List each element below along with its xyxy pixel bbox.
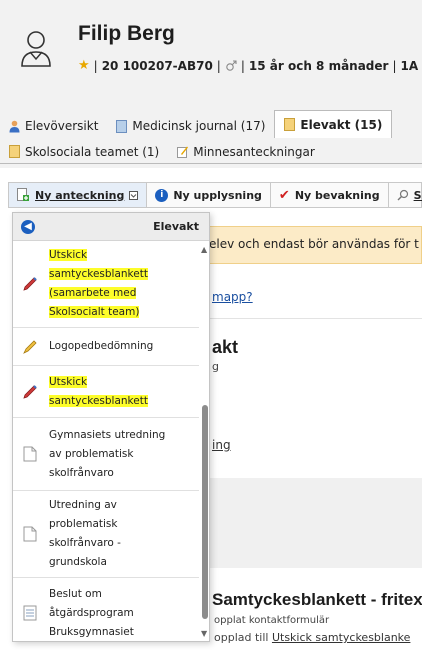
checkmark-icon: ✔ xyxy=(278,187,290,203)
list-item-label: Utskick samtyckesblankett (samarbete med… xyxy=(49,249,148,318)
new-watch-label: Ny bevakning xyxy=(294,188,380,202)
blank-document-icon xyxy=(22,526,38,542)
note-pencil-icon xyxy=(177,146,189,158)
list-item-label: Utskick samtyckesblankett xyxy=(49,375,148,407)
tab-skolsociala-teamet[interactable]: Skolsociala teamet (1) xyxy=(0,140,168,164)
scroll-up-arrow-icon[interactable]: ▲ xyxy=(201,245,207,254)
dropdown-list: Utskick samtyckesblankett (samarbete med… xyxy=(13,241,199,641)
tab-label: Elevakt (15) xyxy=(300,117,383,132)
add-document-icon xyxy=(17,188,29,201)
tab-label: Minnesanteckningar xyxy=(193,144,315,159)
entry-link-line: opplad till Utskick samtyckesblanke xyxy=(214,631,410,644)
tab-medicinsk-journal[interactable]: Medicinsk journal (17) xyxy=(107,114,274,138)
tab-elevakt[interactable]: Elevakt (15) xyxy=(274,110,393,138)
form-document-icon xyxy=(22,605,38,621)
student-class: 1A xyxy=(400,58,419,73)
new-info-button[interactable]: i Ny upplysning xyxy=(147,183,271,207)
pen-red-icon xyxy=(22,384,38,400)
grey-panel xyxy=(204,478,422,568)
new-note-button[interactable]: Ny anteckning xyxy=(9,183,148,207)
separator: | xyxy=(392,58,397,73)
section-title: akt xyxy=(212,337,239,357)
list-item[interactable]: Utskick samtyckesblankett (samarbete med… xyxy=(13,241,199,328)
student-header: Filip Berg ★ | 20 100207-AB70 | | 15 år … xyxy=(0,0,422,108)
user-avatar-icon xyxy=(21,31,51,67)
search-icon xyxy=(397,189,408,201)
scroll-down-arrow-icon[interactable]: ▼ xyxy=(201,629,207,638)
new-note-label: Ny anteckning xyxy=(35,188,125,202)
dropdown-title: Elevakt xyxy=(153,220,199,233)
student-id-number: 20 100207-AB70 xyxy=(101,58,213,73)
action-toolbar: Ny anteckning i Ny upplysning ✔ Ny bevak… xyxy=(8,182,422,208)
chevron-down-icon xyxy=(129,190,139,200)
dropdown-scrollbar[interactable]: ▲ ▼ xyxy=(201,243,209,639)
search-label: Sök xyxy=(413,188,422,202)
search-button[interactable]: Sök xyxy=(389,183,422,207)
tab-label: Medicinsk journal (17) xyxy=(132,119,266,133)
folder-link[interactable]: mapp? xyxy=(212,290,253,304)
list-item[interactable]: Beslut om åtgärdsprogram Bruksgymnasiet xyxy=(13,578,199,641)
entry-link[interactable]: Utskick samtyckesblanke xyxy=(272,631,410,644)
folder-yellow-icon xyxy=(9,145,20,158)
list-item[interactable]: Logopedbedömning xyxy=(13,328,199,366)
tabs-row-secondary: Skolsociala teamet (1) Minnesanteckninga… xyxy=(0,140,422,164)
info-icon: i xyxy=(155,188,169,202)
student-meta: ★ | 20 100207-AB70 | | 15 år och 8 månad… xyxy=(78,58,418,73)
separator: | xyxy=(240,58,245,73)
dropdown-header: ◀ Elevakt xyxy=(13,213,209,241)
notice-banner: elev och endast bör användas för t xyxy=(204,226,422,264)
entry-title: Samtyckesblankett - fritex xyxy=(212,590,422,609)
section-text: g xyxy=(212,360,219,373)
list-item-label: Logopedbedömning xyxy=(49,340,154,352)
list-item[interactable]: Utredning av problematisk skolfrånvaro -… xyxy=(13,491,199,578)
tabs-row-primary: Elevöversikt Medicinsk journal (17) Elev… xyxy=(0,110,422,138)
star-icon[interactable]: ★ xyxy=(78,58,90,73)
list-item-label: Gymnasiets utredning av problematisk sko… xyxy=(49,428,166,479)
separator: | xyxy=(216,58,221,73)
gender-icon xyxy=(226,59,237,71)
entry-link-prefix: opplad till xyxy=(214,631,272,644)
scrollbar-thumb[interactable] xyxy=(202,405,208,619)
list-item[interactable]: Gymnasiets utredning av problematisk sko… xyxy=(13,418,199,491)
tab-label: Skolsociala teamet (1) xyxy=(25,144,160,159)
folder-yellow-icon xyxy=(284,118,296,131)
back-arrow-icon[interactable]: ◀ xyxy=(21,220,35,234)
list-item[interactable]: Utskick samtyckesblankett xyxy=(13,366,199,418)
new-info-label: Ny upplysning xyxy=(173,188,262,202)
document-blue-icon xyxy=(116,119,128,133)
tab-minnesanteckningar[interactable]: Minnesanteckningar xyxy=(168,140,324,164)
blank-document-icon xyxy=(22,446,38,462)
section-link[interactable]: ing xyxy=(212,438,231,452)
tab-label: Elevöversikt xyxy=(25,119,99,133)
pencil-yellow-icon xyxy=(22,339,38,355)
template-dropdown-menu: ◀ Elevakt Utskick samtyckesblankett (sam… xyxy=(12,212,210,642)
student-name: Filip Berg xyxy=(78,22,175,45)
tab-elevoversikt[interactable]: Elevöversikt xyxy=(0,114,107,138)
entry-subtext: opplat kontaktformulär xyxy=(214,615,330,626)
pen-red-icon xyxy=(22,276,38,292)
divider xyxy=(204,318,422,319)
list-item-label: Beslut om åtgärdsprogram Bruksgymnasiet xyxy=(49,587,134,638)
list-item-label: Utredning av problematisk skolfrånvaro -… xyxy=(49,499,121,568)
new-watch-button[interactable]: ✔ Ny bevakning xyxy=(271,183,389,207)
student-record-page: Filip Berg ★ | 20 100207-AB70 | | 15 år … xyxy=(0,0,422,650)
person-icon xyxy=(9,120,20,132)
separator: | xyxy=(93,58,98,73)
student-age: 15 år och 8 månader xyxy=(248,58,389,73)
